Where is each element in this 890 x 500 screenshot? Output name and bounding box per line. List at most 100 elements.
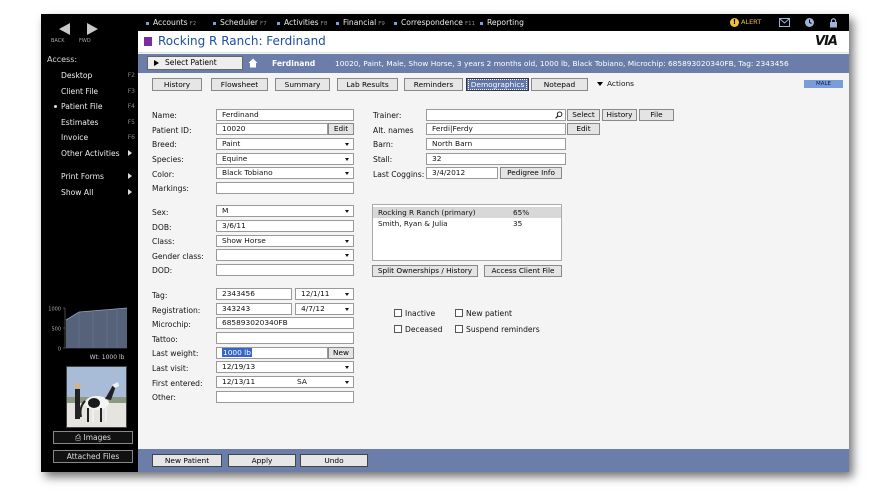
access-client-file-button[interactable]: Access Client File	[484, 265, 562, 277]
last-visit-select[interactable]: 12/19/13	[216, 361, 354, 373]
class-select[interactable]: Show Horse	[216, 235, 354, 247]
edit-alt-names-button[interactable]: Edit	[567, 123, 600, 135]
stall-field[interactable]: 32	[426, 153, 566, 165]
forward-button[interactable]: FWD	[79, 23, 105, 44]
inactive-label: Inactive	[405, 309, 436, 318]
topnav-financial[interactable]: Financial F9	[336, 14, 385, 31]
trainer-field[interactable]	[426, 109, 566, 121]
tab-notepad[interactable]: Notepad	[531, 78, 588, 91]
class-label: Class:	[152, 237, 175, 246]
topnav-correspondence[interactable]: Correspondence F11	[394, 14, 475, 31]
alert-button[interactable]: ! ALERT	[730, 14, 761, 31]
topnav-accounts[interactable]: Accounts F2	[146, 14, 196, 31]
ownership-row[interactable]: Smith, Ryan & Julia 35	[373, 218, 561, 229]
last-coggins-field[interactable]: 3/4/2012	[426, 167, 498, 179]
sidebar-item-desktop[interactable]: Desktop F2	[41, 68, 138, 84]
pedigree-info-button[interactable]: Pedigree Info	[500, 167, 562, 179]
images-button[interactable]: ⎙ Images	[53, 431, 133, 444]
attached-files-label: Attached Files	[66, 452, 120, 461]
new-patient-checkbox[interactable]	[455, 309, 463, 317]
patient-id-field[interactable]: 10020	[216, 123, 328, 135]
name-field[interactable]: Ferdinand	[216, 109, 354, 121]
sidebar-item-label: Client File	[61, 86, 99, 96]
last-weight-field[interactable]: 1000 lb	[216, 347, 328, 359]
split-ownerships-button[interactable]: Split Ownerships / History	[372, 265, 478, 277]
sidebar-item-invoice[interactable]: Invoice F6	[41, 130, 138, 146]
last-weight-label: Last weight:	[152, 349, 199, 358]
owner-percent: 35	[513, 219, 523, 228]
select-trainer-button[interactable]: Select	[567, 109, 600, 121]
tab-summary[interactable]: Summary	[275, 78, 330, 91]
dod-field[interactable]	[216, 264, 354, 276]
markings-field[interactable]	[216, 182, 354, 194]
new-weight-button[interactable]: New	[328, 347, 354, 359]
name-label: Name:	[152, 111, 177, 120]
registration-date-select[interactable]: 4/7/12	[295, 303, 354, 315]
alt-names-field[interactable]: Ferdi|Ferdy	[426, 123, 566, 135]
microchip-field[interactable]: 685893020340FB	[216, 317, 354, 329]
tab-history[interactable]: History	[152, 78, 202, 91]
play-icon	[154, 60, 159, 66]
trainer-history-button[interactable]: History	[602, 109, 637, 121]
dob-field[interactable]: 3/6/11	[216, 220, 354, 232]
weight-chart-caption: Wt: 1000 lb	[90, 354, 125, 361]
sidebar-item-label: Show All	[61, 187, 94, 197]
ownership-row[interactable]: Rocking R Ranch (primary) 65%	[373, 207, 561, 218]
other-field[interactable]	[216, 391, 354, 403]
topnav-reporting[interactable]: Reporting	[480, 14, 524, 31]
back-label: BACK	[51, 38, 65, 44]
sidebar-item-other-activities[interactable]: Other Activities	[41, 146, 138, 162]
select-patient-button[interactable]: Select Patient	[147, 56, 243, 70]
weight-chart-graphic: 1000 500 0 Wt: 1000 lb	[48, 307, 128, 361]
clock-icon[interactable]	[804, 17, 815, 28]
color-select[interactable]: Black Tobiano	[216, 167, 354, 179]
new-patient-button[interactable]: New Patient	[152, 454, 222, 467]
breed-select[interactable]: Paint	[216, 138, 354, 150]
weight-chart-tick: 1000	[48, 307, 61, 313]
undo-button[interactable]: Undo	[300, 454, 368, 467]
tab-reminders[interactable]: Reminders	[404, 78, 463, 91]
title-bar: Rocking R Ranch: Ferdinand VIA	[138, 31, 849, 53]
topnav-scheduler[interactable]: Scheduler F7	[213, 14, 267, 31]
tab-lab-results[interactable]: Lab Results	[337, 78, 398, 91]
lock-icon[interactable]	[828, 17, 839, 28]
attached-files-button[interactable]: Attached Files	[53, 450, 133, 463]
sidebar-item-estimates[interactable]: Estimates F5	[41, 115, 138, 131]
sidebar-item-label: Other Activities	[61, 148, 120, 158]
home-icon[interactable]	[248, 58, 258, 68]
apply-button[interactable]: Apply	[228, 454, 296, 467]
tattoo-field[interactable]	[216, 332, 354, 344]
gender-class-select[interactable]	[216, 249, 354, 261]
sidebar-item-label: Desktop	[61, 71, 93, 80]
back-button[interactable]: BACK	[51, 23, 77, 44]
actions-label: Actions	[607, 79, 634, 88]
shortcut-key: F5	[127, 118, 135, 126]
first-entered-select[interactable]: 12/13/11 SA	[216, 376, 354, 388]
actions-menu[interactable]: Actions	[597, 78, 634, 90]
species-select[interactable]: Equine	[216, 153, 354, 165]
sidebar-item-print-forms[interactable]: Print Forms	[41, 169, 138, 185]
registration-field[interactable]: 343243	[216, 303, 292, 315]
sidebar-item-patient-file[interactable]: Patient File F4	[41, 99, 138, 115]
deceased-checkbox[interactable]	[394, 325, 402, 333]
mail-icon[interactable]	[779, 17, 790, 28]
edit-patient-id-button[interactable]: Edit	[328, 123, 354, 135]
tab-label: History	[163, 80, 191, 89]
tag-date-select[interactable]: 12/1/11	[295, 288, 354, 300]
tab-demographics[interactable]: Demographics	[466, 78, 529, 91]
tab-flowsheet[interactable]: Flowsheet	[211, 78, 268, 91]
sidebar-item-client-file[interactable]: Client File F3	[41, 84, 138, 100]
topnav-activities[interactable]: Activities F8	[277, 14, 327, 31]
inactive-checkbox[interactable]	[394, 309, 402, 317]
trainer-file-button[interactable]: File	[639, 109, 674, 121]
topnav-label: Activities	[284, 18, 319, 27]
tag-field[interactable]: 2343456	[216, 288, 292, 300]
suspend-reminders-label: Suspend reminders	[466, 325, 540, 334]
search-icon[interactable]	[555, 111, 563, 119]
sex-select[interactable]: M	[216, 205, 354, 217]
other-label: Other:	[152, 393, 176, 402]
patient-photo[interactable]	[66, 366, 127, 428]
suspend-reminders-checkbox[interactable]	[455, 325, 463, 333]
sidebar-item-show-all[interactable]: Show All	[41, 185, 138, 201]
barn-field[interactable]: North Barn	[426, 138, 566, 150]
